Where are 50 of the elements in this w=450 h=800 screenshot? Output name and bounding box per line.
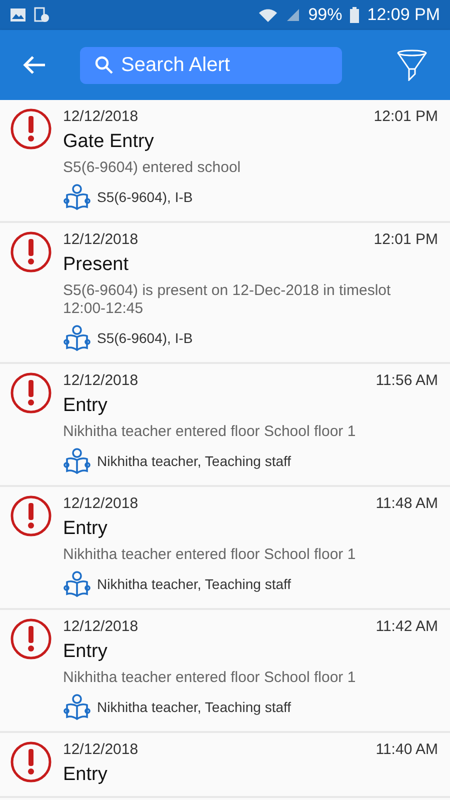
alert-date: 12/12/2018: [63, 618, 138, 635]
alert-description: S5(6-9604) is present on 12-Dec-2018 in timeslot 12:00-12:45: [63, 282, 392, 318]
alert-date: 12/12/2018: [63, 231, 138, 248]
alert-description: Nikhitha teacher entered floor School floor 1: [63, 669, 357, 687]
filter-icon[interactable]: [396, 49, 428, 81]
alert-title: Entry: [63, 641, 108, 663]
reading-person-icon: [63, 570, 91, 598]
alert-time: 11:48 AM: [376, 495, 438, 512]
alert-time: 11:40 AM: [376, 741, 438, 758]
phone-clock-icon: [34, 7, 50, 23]
person-label: Nikhitha teacher, Teaching staff: [97, 699, 292, 715]
reading-person-icon: [63, 324, 91, 352]
alert-time: 12:01 PM: [374, 108, 438, 125]
alert-icon: [10, 741, 52, 783]
alert-date: 12/12/2018: [63, 741, 138, 758]
search-icon: [95, 56, 113, 74]
alert-title: Entry: [63, 518, 108, 540]
alert-icon: [10, 231, 52, 273]
back-arrow-icon[interactable]: [22, 55, 46, 75]
alert-title: Present: [63, 254, 130, 276]
alert-icon: [10, 618, 52, 660]
alert-date: 12/12/2018: [63, 372, 138, 389]
reading-person-icon: [63, 693, 91, 721]
alert-title: Entry: [63, 395, 108, 417]
alert-icon: [10, 108, 52, 150]
reading-person-icon: [63, 447, 91, 475]
person-label: Nikhitha teacher, Teaching staff: [97, 453, 292, 469]
person-label: S5(6-9604), I-B: [97, 330, 193, 346]
alert-time: 11:56 AM: [376, 372, 438, 389]
alert-title: Gate Entry: [63, 131, 155, 153]
alert-description: S5(6-9604) entered school: [63, 159, 242, 177]
alert-description: Nikhitha teacher entered floor School floor 1: [63, 423, 357, 441]
signal-icon: [286, 8, 300, 22]
alert-time: 11:42 AM: [376, 618, 438, 635]
alert-icon: [10, 495, 52, 537]
wifi-icon: [258, 7, 278, 23]
alert-icon: [10, 372, 52, 414]
reading-person-icon: [63, 183, 91, 211]
alert-date: 12/12/2018: [63, 495, 138, 512]
image-icon: [10, 8, 26, 22]
clock-time: 12:09 PM: [367, 5, 440, 25]
person-label: S5(6-9604), I-B: [97, 189, 193, 205]
alert-title: Entry: [63, 764, 108, 786]
person-label: Nikhitha teacher, Teaching staff: [97, 576, 292, 592]
alert-date: 12/12/2018: [63, 108, 138, 125]
alert-description: Nikhitha teacher entered floor School floor 1: [63, 546, 357, 564]
search-field[interactable]: Search Alert: [80, 46, 342, 84]
alert-time: 12:01 PM: [374, 231, 438, 248]
battery-percent: 99%: [308, 5, 342, 25]
battery-icon: [350, 7, 360, 23]
